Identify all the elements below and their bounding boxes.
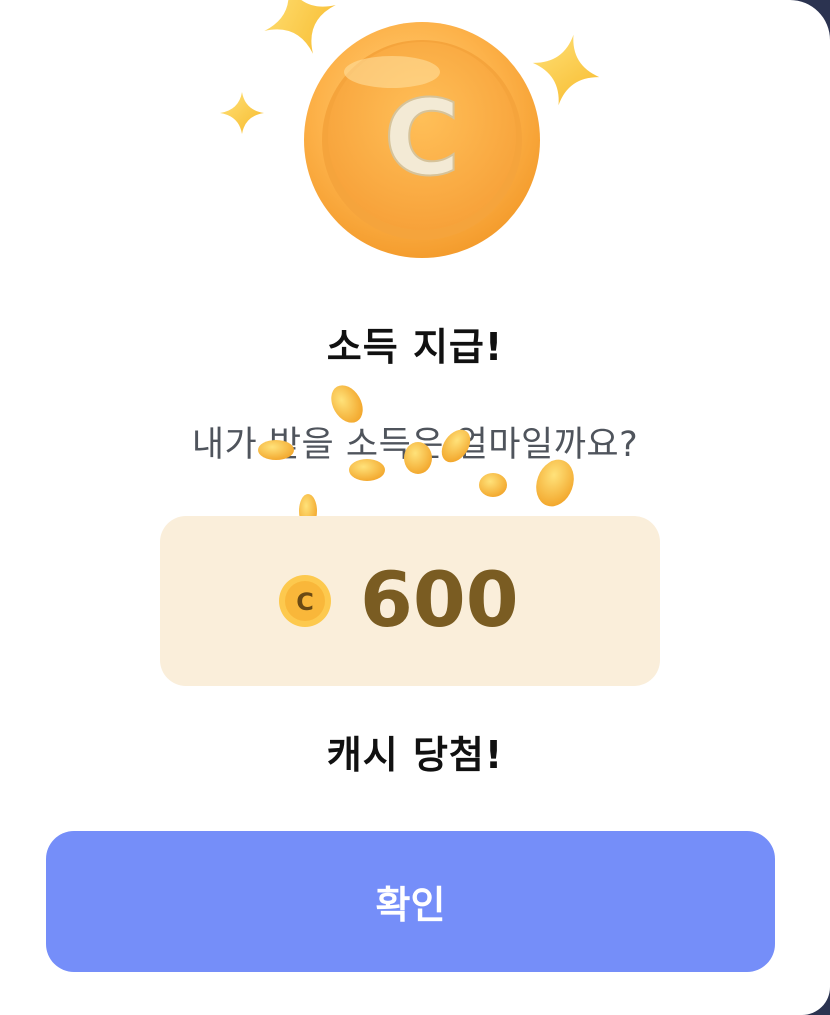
result-text: 캐시 당첨! xyxy=(326,733,504,777)
hero-coin-letter: C xyxy=(384,77,460,199)
reward-amount-box: C 600 xyxy=(160,516,660,686)
reward-amount: 600 xyxy=(360,555,519,644)
dialog-title: 소득 지급! xyxy=(326,325,504,369)
confirm-button-label: 확인 xyxy=(375,883,446,927)
coin-with-sparkles-icon: C xyxy=(220,0,600,258)
confirm-button[interactable]: 확인 xyxy=(46,831,775,972)
coin-letter: C xyxy=(296,588,314,616)
reward-dialog: C 소득 지급! 내가 받을 소득은 얼마일까요? C 600 캐시 당첨! 확… xyxy=(0,0,830,1015)
coin-icon: C xyxy=(279,575,331,627)
